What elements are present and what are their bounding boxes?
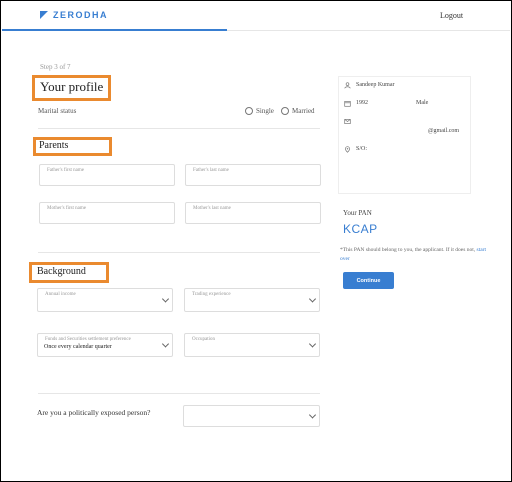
marital-status-label: Marital status xyxy=(38,107,77,115)
section-title-profile: Your profile xyxy=(40,79,104,94)
summary-address: S/O: xyxy=(356,146,368,152)
chevron-down-icon xyxy=(161,340,170,348)
brand-name: ZERODHA xyxy=(53,10,108,20)
pan-note: *This PAN should belong to you, the appl… xyxy=(340,246,490,264)
field-label: Mother's last name xyxy=(193,206,231,211)
field-label: Funds and Securities settlement preferen… xyxy=(45,337,131,342)
pan-label: Your PAN xyxy=(343,209,372,217)
settlement-preference-select[interactable]: Funds and Securities settlement preferen… xyxy=(37,333,173,357)
radio-circle-icon xyxy=(245,107,253,115)
section-title-background: Background xyxy=(37,266,86,277)
radio-circle-icon xyxy=(281,107,289,115)
mothers-first-name-input[interactable]: Mother's first name xyxy=(39,202,175,224)
fathers-last-name-input[interactable]: Father's last name xyxy=(185,164,321,186)
field-label: Trading experience xyxy=(192,292,231,297)
field-label: Father's first name xyxy=(47,168,85,173)
pan-value: KCAP xyxy=(343,222,378,236)
step-indicator: Step 3 of 7 xyxy=(40,63,71,71)
location-icon xyxy=(344,146,351,155)
profile-summary-card xyxy=(338,76,471,194)
chevron-down-icon xyxy=(308,411,317,419)
brand-logo[interactable]: ZERODHA xyxy=(40,10,108,20)
field-label: Occupation xyxy=(192,337,216,342)
user-icon xyxy=(344,82,351,91)
field-label: Annual income xyxy=(45,292,76,297)
chevron-down-icon xyxy=(308,295,317,303)
progress-accent xyxy=(2,29,227,31)
field-label: Father's last name xyxy=(193,168,229,173)
summary-email: @gmail.com xyxy=(428,128,460,134)
summary-gender: Male xyxy=(416,100,429,106)
summary-dob: 1992 xyxy=(356,100,368,106)
summary-name: Sandeep Kumar xyxy=(356,82,395,88)
mothers-last-name-input[interactable]: Mother's last name xyxy=(185,202,321,224)
divider xyxy=(38,393,320,394)
field-label: Mother's first name xyxy=(47,206,86,211)
radio-single[interactable]: Single xyxy=(245,107,274,115)
occupation-select[interactable]: Occupation xyxy=(184,333,320,357)
settlement-value: Once every calendar quarter xyxy=(44,344,112,350)
mail-icon xyxy=(344,118,351,127)
logout-link[interactable]: Logout xyxy=(440,11,463,20)
radio-married-label: Married xyxy=(292,107,315,115)
pep-question: Are you a politically exposed person? xyxy=(37,408,151,417)
calendar-icon xyxy=(344,100,351,109)
section-title-parents: Parents xyxy=(39,140,69,151)
divider xyxy=(38,128,320,129)
chevron-down-icon xyxy=(308,340,317,348)
trading-experience-select[interactable]: Trading experience xyxy=(184,288,320,312)
continue-button[interactable]: Continue xyxy=(343,272,394,289)
chevron-down-icon xyxy=(161,295,170,303)
pep-select[interactable] xyxy=(183,405,320,427)
radio-single-label: Single xyxy=(256,107,274,115)
pan-note-text: *This PAN should belong to you, the appl… xyxy=(340,247,476,253)
logo-icon xyxy=(40,11,48,19)
annual-income-select[interactable]: Annual income xyxy=(37,288,173,312)
divider xyxy=(38,252,320,253)
radio-married[interactable]: Married xyxy=(281,107,315,115)
fathers-first-name-input[interactable]: Father's first name xyxy=(39,164,175,186)
